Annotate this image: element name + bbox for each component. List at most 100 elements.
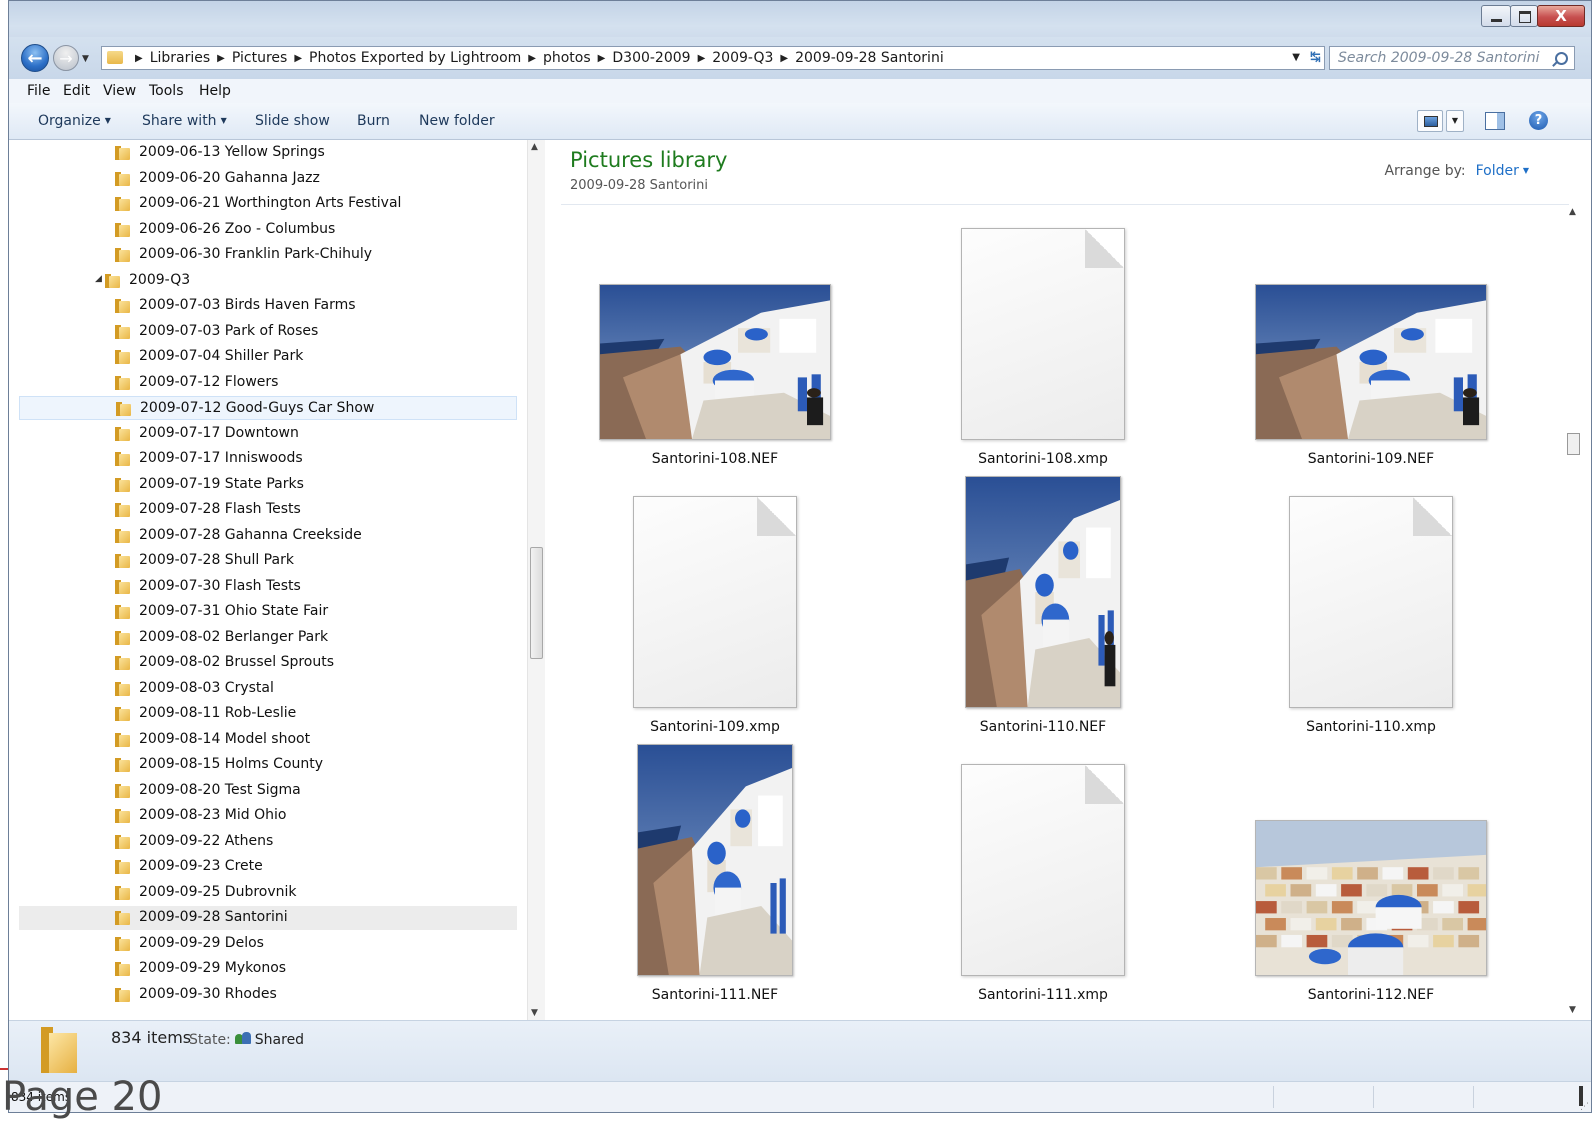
back-button[interactable]: ←: [21, 44, 49, 72]
scroll-down-icon[interactable]: ▼: [1569, 1005, 1576, 1015]
tree-item[interactable]: 2009-08-11 Rob-Leslie: [19, 702, 517, 726]
minimize-button[interactable]: [1481, 5, 1511, 27]
tree-item[interactable]: 2009-09-29 Mykonos: [19, 957, 517, 981]
tree-item[interactable]: 2009-07-17 Downtown: [19, 422, 517, 446]
breadcrumb-libraries[interactable]: Libraries: [150, 50, 210, 66]
organize-button[interactable]: Organize ▼: [38, 113, 111, 129]
breadcrumb-separator-icon[interactable]: ▶: [135, 53, 143, 64]
tree-item[interactable]: 2009-07-12 Good-Guys Car Show: [19, 396, 517, 420]
menu-file[interactable]: File: [27, 83, 50, 99]
view-options-dropdown[interactable]: ▼: [1446, 110, 1464, 132]
tree-item[interactable]: 2009-07-28 Flash Tests: [19, 498, 517, 522]
scrollbar-thumb[interactable]: [1567, 433, 1580, 455]
scroll-up-icon[interactable]: ▲: [1569, 207, 1576, 217]
maximize-button[interactable]: [1510, 5, 1538, 27]
expand-arrow-icon[interactable]: ◢: [95, 274, 102, 284]
close-button[interactable]: X: [1537, 5, 1585, 27]
file-list-scrollbar[interactable]: ▲ ▼: [1565, 205, 1582, 1019]
breadcrumb-lightroom-export[interactable]: Photos Exported by Lightroom: [309, 50, 521, 66]
tree-item[interactable]: 2009-09-25 Dubrovnik: [19, 881, 517, 905]
tree-item[interactable]: ◢ 2009-Q3: [19, 269, 517, 293]
change-view-button[interactable]: [1417, 110, 1443, 132]
share-with-button[interactable]: Share with ▼: [142, 113, 227, 129]
menu-view[interactable]: View: [103, 83, 136, 99]
file-tile[interactable]: Santorini-112.NEF: [1221, 754, 1521, 1014]
search-icon[interactable]: [1555, 52, 1568, 65]
file-tile[interactable]: Santorini-111.NEF: [565, 744, 865, 1014]
breadcrumb-separator-icon[interactable]: ▶: [698, 53, 706, 64]
file-name: Santorini-110.NEF: [979, 719, 1107, 735]
tree-item[interactable]: 2009-08-02 Brussel Sprouts: [19, 651, 517, 675]
menu-tools[interactable]: Tools: [149, 83, 184, 99]
breadcrumb-quarter[interactable]: 2009-Q3: [712, 50, 773, 66]
tree-item[interactable]: 2009-07-28 Shull Park: [19, 549, 517, 573]
search-input[interactable]: Search 2009-09-28 Santorini: [1329, 46, 1575, 70]
tree-item[interactable]: 2009-06-13 Yellow Springs: [19, 141, 517, 165]
burn-button[interactable]: Burn: [357, 113, 390, 129]
file-tile[interactable]: Santorini-109.xmp: [565, 486, 865, 746]
tree-item[interactable]: 2009-09-28 Santorini: [19, 906, 517, 930]
breadcrumb-pictures[interactable]: Pictures: [232, 50, 287, 66]
scroll-up-icon[interactable]: ▲: [531, 142, 538, 152]
tree-item[interactable]: 2009-07-28 Gahanna Creekside: [19, 524, 517, 548]
tree-item[interactable]: 2009-08-03 Crystal: [19, 677, 517, 701]
tree-item[interactable]: 2009-07-31 Ohio State Fair: [19, 600, 517, 624]
address-dropdown-icon[interactable]: ▼: [1292, 47, 1300, 69]
file-tile[interactable]: Santorini-109.NEF: [1221, 218, 1521, 478]
item-count: 834 items: [111, 1028, 192, 1047]
navigation-scrollbar[interactable]: ▲ ▼: [527, 140, 545, 1020]
breadcrumb-photos[interactable]: photos: [543, 50, 591, 66]
menu-edit[interactable]: Edit: [63, 83, 90, 99]
new-folder-button[interactable]: New folder: [419, 113, 495, 129]
tree-item[interactable]: 2009-09-29 Delos: [19, 932, 517, 956]
tree-item[interactable]: 2009-09-22 Athens: [19, 830, 517, 854]
file-tile[interactable]: Santorini-108.xmp: [893, 218, 1193, 478]
menu-help[interactable]: Help: [199, 83, 231, 99]
tree-item[interactable]: 2009-08-23 Mid Ohio: [19, 804, 517, 828]
refresh-icon[interactable]: ↹: [1310, 47, 1321, 69]
tree-item[interactable]: 2009-09-30 Rhodes: [19, 983, 517, 1007]
file-tile[interactable]: Santorini-110.NEF: [893, 476, 1193, 746]
tree-item[interactable]: 2009-07-30 Flash Tests: [19, 575, 517, 599]
scroll-down-icon[interactable]: ▼: [531, 1008, 538, 1018]
tree-item[interactable]: 2009-07-19 State Parks: [19, 473, 517, 497]
chevron-down-icon[interactable]: ▼: [1523, 166, 1529, 175]
recent-pages-dropdown[interactable]: ▼: [82, 54, 89, 64]
tree-item-label: 2009-09-28 Santorini: [139, 909, 288, 925]
breadcrumb-separator-icon[interactable]: ▶: [217, 53, 225, 64]
breadcrumb-separator-icon[interactable]: ▶: [780, 53, 788, 64]
breadcrumb-current[interactable]: 2009-09-28 Santorini: [795, 50, 944, 66]
tree-item[interactable]: 2009-07-12 Flowers: [19, 371, 517, 395]
tree-item[interactable]: 2009-08-20 Test Sigma: [19, 779, 517, 803]
resize-grip-icon[interactable]: ⋰: [1580, 1102, 1589, 1112]
tree-item[interactable]: 2009-06-30 Franklin Park-Chihuly: [19, 243, 517, 267]
folder-icon: [115, 809, 130, 823]
file-tile[interactable]: Santorini-110.xmp: [1221, 486, 1521, 746]
breadcrumb-separator-icon[interactable]: ▶: [294, 53, 302, 64]
tree-item[interactable]: 2009-06-20 Gahanna Jazz: [19, 167, 517, 191]
tree-item[interactable]: 2009-06-21 Worthington Arts Festival: [19, 192, 517, 216]
tree-item[interactable]: 2009-08-02 Berlanger Park: [19, 626, 517, 650]
breadcrumb-d300[interactable]: D300-2009: [612, 50, 690, 66]
tree-item[interactable]: 2009-08-14 Model shoot: [19, 728, 517, 752]
forward-button[interactable]: →: [53, 45, 79, 71]
tree-item[interactable]: 2009-09-23 Crete: [19, 855, 517, 879]
caption-buttons: X: [1481, 5, 1585, 27]
file-tile[interactable]: Santorini-108.NEF: [565, 218, 865, 478]
breadcrumb-separator-icon[interactable]: ▶: [528, 53, 536, 64]
slide-show-button[interactable]: Slide show: [255, 113, 330, 129]
address-bar[interactable]: ▶ Libraries ▶ Pictures ▶ Photos Exported by L…: [101, 46, 1325, 70]
tree-item[interactable]: 2009-06-26 Zoo - Columbus: [19, 218, 517, 242]
tree-item[interactable]: 2009-07-03 Park of Roses: [19, 320, 517, 344]
breadcrumb-separator-icon[interactable]: ▶: [598, 53, 606, 64]
tree-item[interactable]: 2009-07-03 Birds Haven Farms: [19, 294, 517, 318]
help-button[interactable]: ?: [1529, 111, 1548, 130]
arrange-by-dropdown[interactable]: Folder: [1476, 163, 1519, 179]
tree-item[interactable]: 2009-07-04 Shiller Park: [19, 345, 517, 369]
tree-item[interactable]: 2009-08-15 Holms County: [19, 753, 517, 777]
scrollbar-thumb[interactable]: [530, 547, 543, 659]
title-bar[interactable]: X: [9, 1, 1591, 37]
tree-item[interactable]: 2009-07-17 Inniswoods: [19, 447, 517, 471]
file-tile[interactable]: Santorini-111.xmp: [893, 754, 1193, 1014]
preview-pane-button[interactable]: [1485, 112, 1505, 130]
